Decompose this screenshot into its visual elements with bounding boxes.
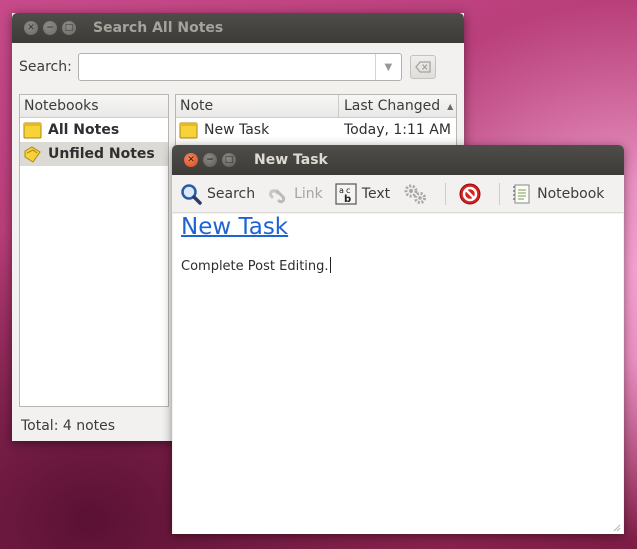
search-icon xyxy=(181,183,202,205)
window-title: New Task xyxy=(254,152,328,168)
link-icon xyxy=(269,188,286,203)
notebook-menu-icon xyxy=(513,184,530,203)
note-window-titlebar[interactable]: ✕ − □ New Task xyxy=(172,145,624,175)
search-label: Search: xyxy=(19,59,72,75)
notebook-button-label: Notebook xyxy=(537,185,605,202)
note-title-cell: New Task xyxy=(204,122,270,138)
close-window-button[interactable]: ✕ xyxy=(184,153,198,167)
notes-column-headers: Note Last Changed ▲ xyxy=(176,95,456,118)
search-button-label: Search xyxy=(207,185,256,202)
note-content[interactable]: Complete Post Editing. xyxy=(181,257,331,274)
notebook-icon xyxy=(23,122,42,138)
search-window-titlebar[interactable]: ✕ − □ Search All Notes xyxy=(12,13,464,43)
notebook-item-all-notes[interactable]: All Notes xyxy=(20,118,168,142)
text-button[interactable]: a c b Text xyxy=(335,182,391,205)
window-title: Search All Notes xyxy=(93,20,224,36)
notebook-item-unfiled-notes[interactable]: Unfiled Notes xyxy=(20,142,168,166)
notebook-label: Unfiled Notes xyxy=(48,146,155,162)
search-button[interactable]: Search xyxy=(180,183,255,205)
text-format-icon: a c b xyxy=(335,182,357,205)
note-editor[interactable]: New Task Complete Post Editing. xyxy=(173,214,623,534)
note-toolbar: Search Link a c b Text Notebook xyxy=(172,175,624,213)
gears-icon xyxy=(404,184,427,204)
delete-note-button[interactable] xyxy=(458,182,487,206)
note-date-cell: Today, 1:11 AM xyxy=(344,122,451,138)
link-button-label: Link xyxy=(294,185,323,202)
chevron-down-icon[interactable]: ▼ xyxy=(374,54,401,80)
note-window: ✕ − □ New Task Search Link a c b Text No… xyxy=(172,145,624,534)
search-input[interactable] xyxy=(78,54,369,80)
table-row[interactable]: New Task Today, 1:11 AM xyxy=(176,118,456,142)
note-body-text: Complete Post Editing. xyxy=(181,259,329,274)
svg-text:b: b xyxy=(344,194,351,205)
tools-button[interactable] xyxy=(402,182,433,206)
notebook-button[interactable]: Notebook xyxy=(512,183,604,205)
minimize-window-button[interactable]: − xyxy=(203,153,217,167)
text-cursor xyxy=(329,257,331,273)
notebooks-column-header[interactable]: Notebooks xyxy=(20,95,168,118)
notebooks-list[interactable]: Notebooks All Notes Unfiled Notes xyxy=(19,94,169,407)
column-header-note[interactable]: Note xyxy=(176,95,339,118)
close-window-button[interactable]: ✕ xyxy=(24,21,38,35)
maximize-window-button[interactable]: □ xyxy=(62,21,76,35)
notebook-label: All Notes xyxy=(48,122,120,138)
note-icon xyxy=(179,122,198,138)
search-combo[interactable]: ▼ xyxy=(77,53,402,81)
column-header-last-changed[interactable]: Last Changed ▲ xyxy=(339,95,456,118)
minimize-window-button[interactable]: − xyxy=(43,21,57,35)
toolbar-separator xyxy=(445,182,447,205)
unfiled-notebook-icon xyxy=(24,145,41,163)
resize-grip-icon[interactable] xyxy=(611,522,621,532)
clear-search-button[interactable] xyxy=(409,55,436,79)
total-notes-label: Total: 4 notes xyxy=(21,418,116,434)
link-button[interactable]: Link xyxy=(267,183,323,205)
toolbar-separator xyxy=(499,182,501,205)
text-button-label: Text xyxy=(361,185,391,202)
search-row: Search: ▼ xyxy=(19,53,436,81)
sort-ascending-icon: ▲ xyxy=(447,101,454,111)
delete-icon xyxy=(459,183,481,204)
maximize-window-button[interactable]: □ xyxy=(222,153,236,167)
clear-icon xyxy=(414,61,431,73)
note-title[interactable]: New Task xyxy=(181,214,288,240)
